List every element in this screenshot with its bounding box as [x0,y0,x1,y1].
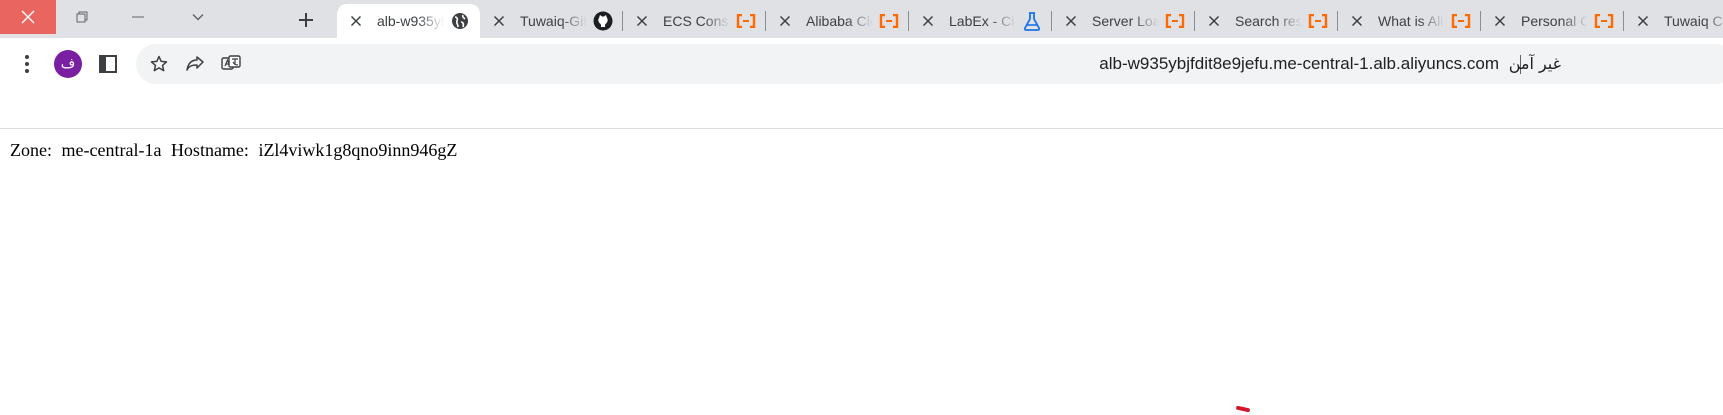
close-icon [922,15,934,27]
share-button[interactable] [182,51,208,77]
chevron-down-icon [192,14,204,21]
tab-title: Personal Center [1521,13,1588,29]
tab-tuwaiq-cloud[interactable]: Tuwaiq Cloud [1624,4,1723,38]
mouse-cursor-mark [1235,405,1251,413]
tab-search-button[interactable] [176,0,220,34]
bookmark-star-button[interactable] [146,51,172,77]
window-minimize-button[interactable] [116,0,160,34]
minimize-icon [132,16,144,18]
tab-tuwaiq-github[interactable]: Tuwaiq-GitHub [480,4,623,38]
window-restore-button[interactable] [60,0,104,34]
github-icon [593,11,613,31]
close-icon [21,10,35,24]
close-icon [1637,15,1649,27]
zone-label: Zone: [10,140,52,160]
tab-search-results[interactable]: Search results [1195,4,1338,38]
close-icon [493,15,505,27]
tab-strip: alb-w935ybjfdit8e9jefu.me-central-1.alb.… [0,0,1723,38]
tab-labex[interactable]: LabEx - Cloud [909,4,1052,38]
hostname-label: Hostname: [170,140,249,160]
tab-close-button[interactable] [347,12,365,30]
tab-title: Server Load [1092,13,1159,29]
tab-title: Alibaba Cloud [806,13,873,29]
security-indicator[interactable]: غير آمن [1509,54,1561,73]
tab-close-button[interactable] [1634,12,1652,30]
tab-title: Tuwaiq Cloud [1664,13,1723,29]
tab-close-button[interactable] [1062,12,1080,30]
side-panel-icon [99,55,117,73]
menu-button[interactable] [14,51,40,77]
flask-icon [1022,11,1042,31]
plus-icon [299,13,313,27]
tab-alb[interactable]: alb-w935ybjfdit8e9jefu.me-central-1.alb.… [337,4,480,38]
tab-close-button[interactable] [1205,12,1223,30]
tab-title: alb-w935ybjfdit8e9jefu.me-central-1.alb.… [377,13,444,29]
tab-close-button[interactable] [490,12,508,30]
tab-title: LabEx - Cloud [949,13,1016,29]
close-icon [350,15,362,27]
close-icon [1208,15,1220,27]
star-icon [150,55,168,72]
close-icon [779,15,791,27]
address-bar[interactable]: alb-w935ybjfdit8e9jefu.me-central-1.alb.… [136,44,1723,84]
tab-ecs-console[interactable]: ECS Console [623,4,766,38]
url-text[interactable]: alb-w935ybjfdit8e9jefu.me-central-1.alb.… [1099,54,1499,74]
browser-toolbar: ف alb-w935ybjfdit8e9jefu.me-central-1.al… [0,38,1723,90]
hostname-value: iZl4viwk1g8qno9inn946gZ [258,140,458,160]
restore-icon [76,11,88,23]
tab-close-button[interactable] [633,12,651,30]
alibaba-cloud-icon [879,11,899,31]
share-icon [186,56,204,71]
tab-title: What is Alibaba [1378,13,1445,29]
tab-title: Tuwaiq-GitHub [520,13,587,29]
tab-alibaba-cloud[interactable]: Alibaba Cloud [766,4,909,38]
alibaba-cloud-icon [1451,11,1471,31]
tab-title: Search results [1235,13,1302,29]
tab-close-button[interactable] [776,12,794,30]
close-icon [636,15,648,27]
tab-title: ECS Console [663,13,730,29]
alibaba-cloud-icon [1308,11,1328,31]
translate-button[interactable] [218,51,244,77]
profile-avatar-button[interactable]: ف [54,50,82,78]
translate-icon [221,55,241,70]
tab-close-button[interactable] [1491,12,1509,30]
alibaba-cloud-icon [736,11,756,31]
alibaba-cloud-icon [1165,11,1185,31]
page-body-text: Zone: me-central-1a Hostname: iZl4viwk1g… [10,140,457,161]
globe-icon [450,11,470,31]
zone-value: me-central-1a [61,140,162,160]
side-panel-button[interactable] [95,51,121,77]
window-close-button[interactable] [0,0,56,34]
tab-server-load[interactable]: Server Load [1052,4,1195,38]
tab-personal[interactable]: Personal Center [1481,4,1624,38]
close-icon [1494,15,1506,27]
kebab-menu-icon [25,55,29,73]
alibaba-cloud-icon [1594,11,1614,31]
page-divider [0,128,1723,129]
tab-what-is[interactable]: What is Alibaba [1338,4,1481,38]
close-icon [1065,15,1077,27]
tab-close-button[interactable] [919,12,937,30]
new-tab-button[interactable] [292,6,320,34]
tab-close-button[interactable] [1348,12,1366,30]
close-icon [1351,15,1363,27]
